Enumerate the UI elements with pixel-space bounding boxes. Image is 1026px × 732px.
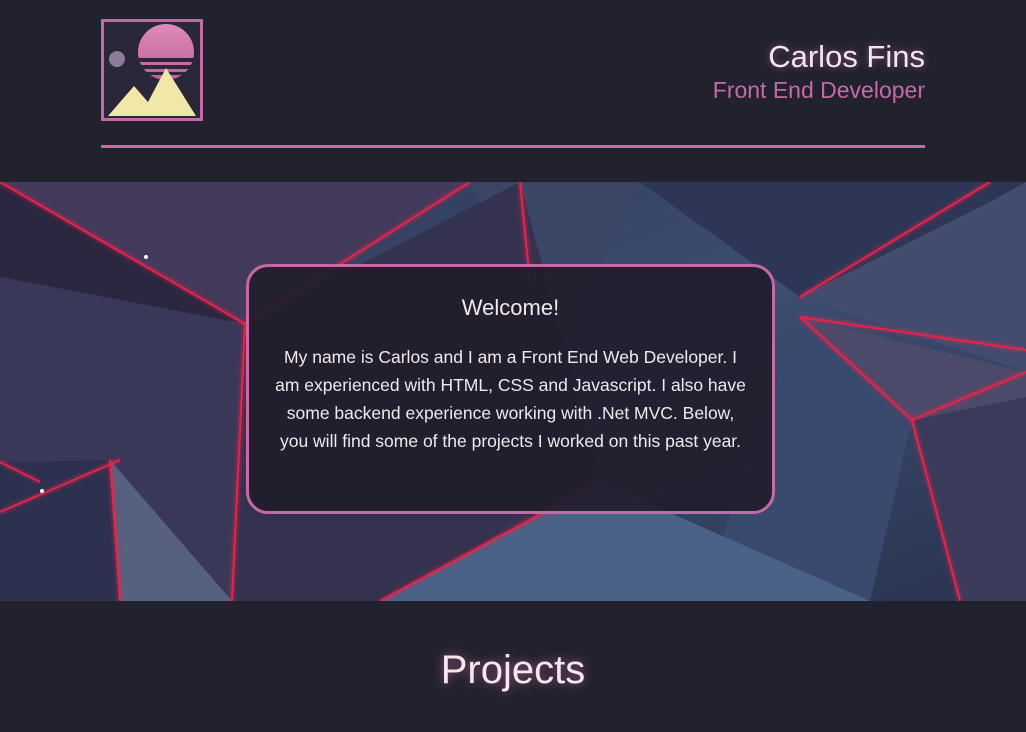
site-header: Carlos Fins Front End Developer xyxy=(101,18,925,150)
title-block: Carlos Fins Front End Developer xyxy=(713,38,925,104)
site-owner-name: Carlos Fins xyxy=(768,39,925,74)
site-owner-role: Front End Developer xyxy=(712,77,925,103)
logo-illustration xyxy=(104,22,200,118)
header-divider xyxy=(101,145,925,148)
welcome-card: Welcome! My name is Carlos and I am a Fr… xyxy=(246,264,775,514)
logo[interactable] xyxy=(101,19,203,121)
welcome-heading: Welcome! xyxy=(461,295,560,320)
hero-banner: Welcome! My name is Carlos and I am a Fr… xyxy=(0,182,1026,601)
welcome-paragraph: My name is Carlos and I am a Front End W… xyxy=(275,347,746,451)
projects-heading: Projects xyxy=(440,648,586,692)
